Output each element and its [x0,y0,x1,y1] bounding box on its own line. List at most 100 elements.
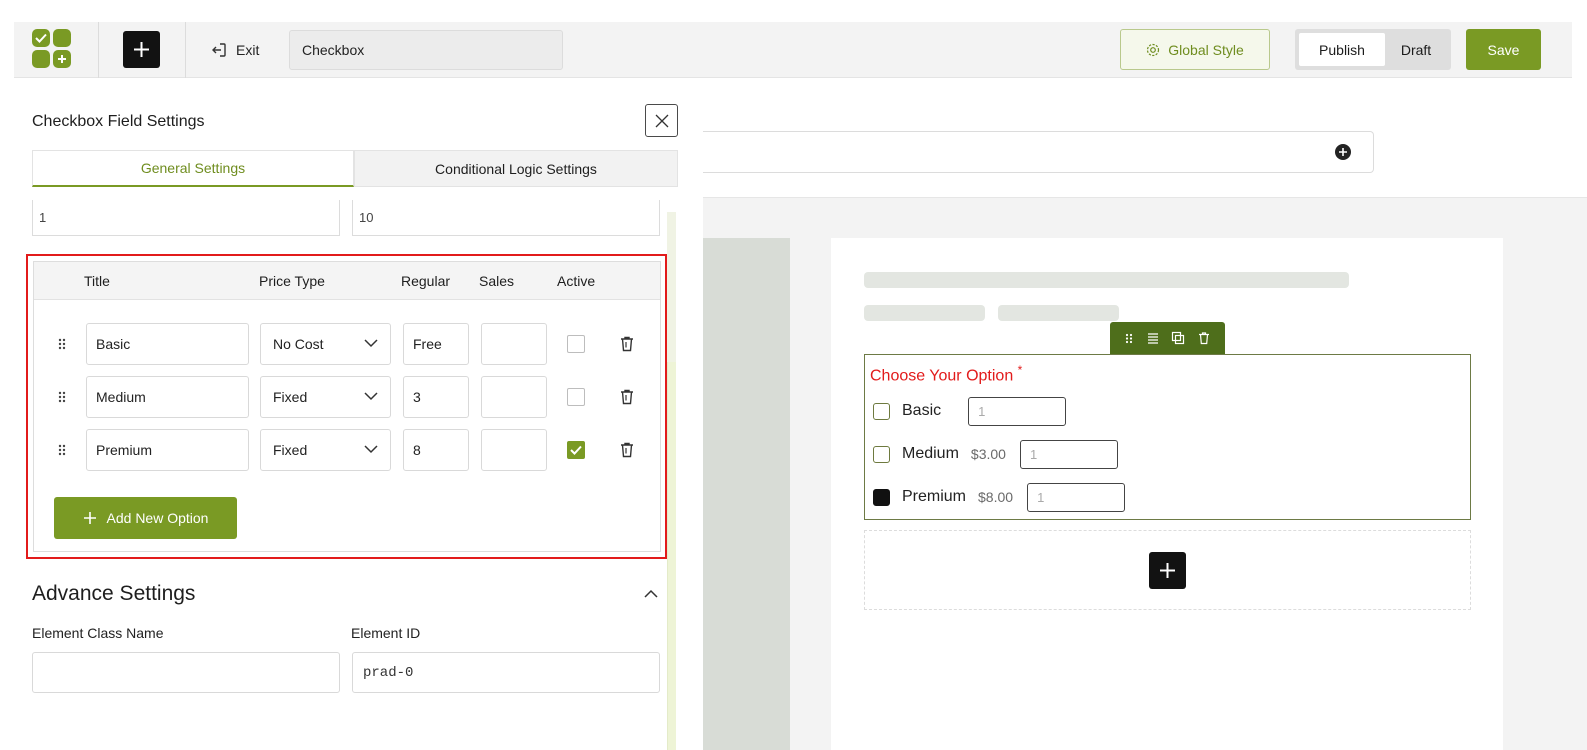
sales-price-input[interactable] [481,376,547,418]
options-table-header: Title Price Type Regular Sales Active [34,262,660,300]
tab-conditional-logic-settings[interactable]: Conditional Logic Settings [354,150,678,187]
regular-price-input[interactable]: Free [403,323,469,365]
option-row: Premium Fixed 8 [34,429,660,473]
price-type-select[interactable]: No Cost [260,323,391,365]
element-toolbar [1110,322,1225,354]
add-new-option-label: Add New Option [106,510,209,526]
global-style-label: Global Style [1168,41,1244,58]
chevron-down-icon [364,445,378,454]
skeleton-bar [864,272,1349,288]
save-button[interactable]: Save [1466,29,1541,70]
skeleton-bar [864,305,985,321]
options-editor: Title Price Type Regular Sales Active Ba… [26,254,667,559]
preview-checkbox[interactable] [873,488,890,506]
divider [185,22,186,78]
add-new-option-button[interactable]: Add New Option [54,497,237,539]
option-row: Basic No Cost Free [34,323,660,367]
regular-price-input[interactable]: 8 [403,429,469,471]
add-element-dropzone [864,530,1471,610]
plus-icon [1160,563,1175,578]
duplicate-icon[interactable] [1171,331,1185,345]
gear-icon [1147,43,1160,56]
option-row: Medium Fixed 3 [34,376,660,420]
panel-title: Checkbox Field Settings [32,113,205,130]
publish-option[interactable]: Publish [1299,33,1385,66]
divider [98,22,99,78]
advance-settings-title: Advance Settings [32,582,196,605]
regular-price-input[interactable]: 3 [403,376,469,418]
drag-handle-icon[interactable] [56,337,68,351]
form-preview-card: Choose Your Option * Basic 1 Medium $3.0… [831,238,1503,750]
preview-checkbox[interactable] [873,445,890,463]
drag-handle-icon[interactable] [56,390,68,404]
active-checkbox[interactable] [567,388,585,406]
builder-canvas: Choose Your Option * Basic 1 Medium $3.0… [703,198,1587,750]
header-active: Active [557,273,596,289]
trash-icon[interactable] [617,440,637,460]
checkmark-icon [570,445,582,455]
quantity-input[interactable]: 1 [1027,482,1126,512]
price-type-value: Fixed [273,389,308,405]
element-id-label: Element ID [351,625,421,641]
option-title-input[interactable]: Premium [86,429,249,471]
field-settings-panel: Checkbox Field Settings General Settings… [14,79,703,750]
draft-option[interactable]: Draft [1385,33,1447,66]
add-circle-icon[interactable] [1335,144,1351,160]
price-type-select[interactable]: Fixed [260,429,391,471]
price-type-value: Fixed [273,442,308,458]
preview-option-label: Premium [902,488,967,505]
settings-list-icon[interactable] [1146,331,1160,345]
add-element-button[interactable] [1149,552,1186,589]
drag-handle-icon[interactable] [56,443,68,457]
preview-option-label: Medium [902,445,959,462]
exit-button[interactable]: Exit [210,36,259,64]
preview-checkbox[interactable] [873,402,890,420]
drag-handle-icon[interactable] [1124,332,1134,344]
chevron-down-icon [364,339,378,348]
active-checkbox[interactable] [567,335,585,353]
element-class-input[interactable] [32,652,340,693]
field-label: Choose Your Option * [870,363,1022,385]
app-logo-icon[interactable] [32,29,72,69]
option-title-input[interactable]: Medium [86,376,249,418]
element-class-label: Element Class Name [32,625,164,641]
header-regular: Regular [401,273,451,289]
trash-icon[interactable] [617,334,637,354]
checkbox-field-preview[interactable]: Choose Your Option * Basic 1 Medium $3.0… [864,354,1471,520]
canvas-top-field[interactable] [703,131,1374,173]
quantity-input[interactable]: 1 [1019,439,1118,469]
scrollbar-thumb[interactable] [667,362,676,750]
quantity-input[interactable]: 1 [968,396,1067,426]
close-icon [655,114,668,127]
form-title-input[interactable] [289,30,563,70]
active-checkbox[interactable] [567,441,585,459]
exit-icon [212,43,226,57]
exit-label: Exit [236,42,260,58]
sales-price-input[interactable] [481,429,547,471]
required-mark: * [1017,363,1023,377]
preview-option: Basic 1 [873,396,1067,426]
price-type-select[interactable]: Fixed [260,376,391,418]
close-panel-button[interactable] [645,104,678,137]
preview-option-label: Basic [902,402,942,419]
preview-option: Premium $8.00 1 [873,482,1126,512]
header-price-type: Price Type [259,273,325,289]
trash-icon[interactable] [617,387,637,407]
settings-tabs: General Settings Conditional Logic Setti… [32,150,678,187]
trash-icon[interactable] [1197,331,1211,345]
price-type-value: No Cost [273,336,324,352]
max-selection-input[interactable]: 10 [352,200,660,236]
sales-price-input[interactable] [481,323,547,365]
min-selection-input[interactable]: 1 [32,200,340,236]
add-element-button[interactable] [123,31,160,68]
option-title-input[interactable]: Basic [86,323,249,365]
chevron-up-icon[interactable] [643,586,659,602]
panel-scrollbar[interactable] [667,212,676,750]
header-title: Title [84,273,110,289]
global-style-button[interactable]: Global Style [1120,29,1270,70]
tab-general-settings[interactable]: General Settings [32,150,354,187]
element-id-input[interactable]: prad-0 [352,652,660,693]
field-label-text: Choose Your Option [870,367,1014,385]
canvas-side-column [703,238,790,750]
skeleton-bar [998,305,1119,321]
